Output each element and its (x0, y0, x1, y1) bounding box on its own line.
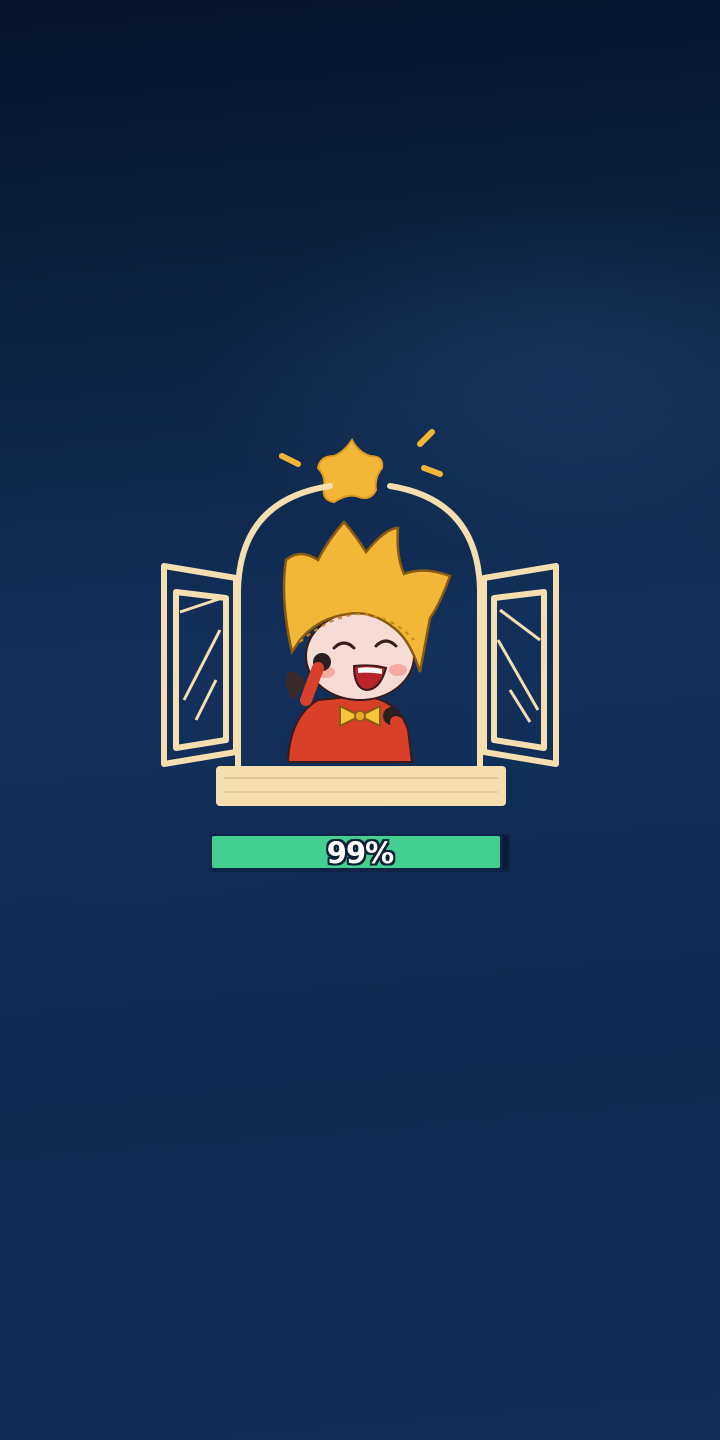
window-crown-kid-illustration (161, 429, 559, 806)
splash-background (161, 429, 559, 806)
left-window-shutter (161, 563, 239, 767)
right-window-shutter (481, 563, 559, 767)
progress-percent-label: 99% (326, 836, 394, 870)
loading-progress-bar: 99% (210, 834, 510, 872)
star-icon (316, 438, 384, 504)
window-sill (216, 766, 506, 806)
